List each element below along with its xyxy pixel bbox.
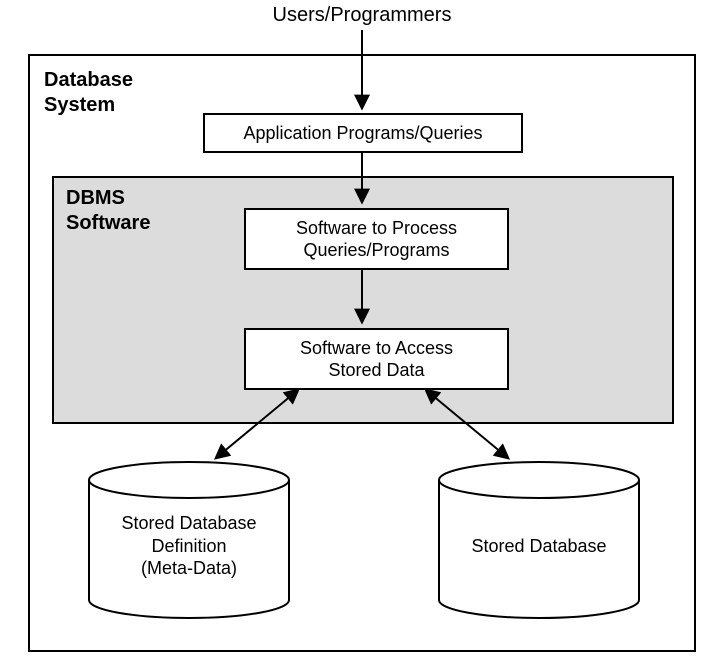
stored-database-cylinder: Stored Database xyxy=(434,460,644,620)
diagram-canvas: Users/Programmers DatabaseSystem Applica… xyxy=(0,0,724,662)
stored-database-cylinder-label: Stored Database xyxy=(471,535,606,558)
database-system-label: DatabaseSystem xyxy=(44,68,133,118)
application-programs-node: Application Programs/Queries xyxy=(203,113,523,153)
process-queries-node: Software to ProcessQueries/Programs xyxy=(244,208,509,270)
dbms-software-box: DBMSSoftware Software to ProcessQueries/… xyxy=(52,176,674,424)
meta-data-cylinder: Stored DatabaseDefinition(Meta-Data) xyxy=(84,460,294,620)
meta-data-cylinder-label: Stored DatabaseDefinition(Meta-Data) xyxy=(121,512,256,580)
access-stored-data-node: Software to AccessStored Data xyxy=(244,328,509,390)
dbms-software-label: DBMSSoftware xyxy=(66,186,150,236)
database-system-box: DatabaseSystem Application Programs/Quer… xyxy=(28,54,696,652)
users-programmers-label: Users/Programmers xyxy=(0,4,724,27)
